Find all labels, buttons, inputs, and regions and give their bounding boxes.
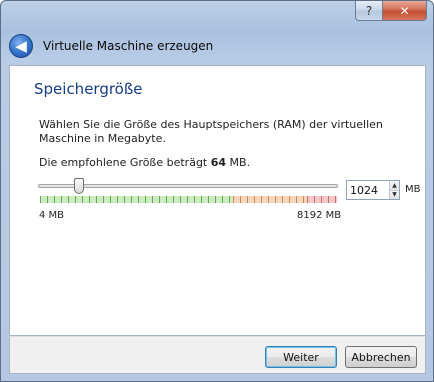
close-button[interactable]: ✕ <box>383 1 427 21</box>
memory-slider[interactable] <box>38 178 338 206</box>
dialog-window: ? ✕ ◀ Virtuelle Maschine erzeugen Speich… <box>0 0 434 382</box>
spin-buttons: ▲ ▼ <box>389 181 399 199</box>
slider-zone-green <box>40 196 233 203</box>
window-title: Virtuelle Maschine erzeugen <box>43 39 214 53</box>
back-arrow-icon[interactable]: ◀ <box>9 34 33 58</box>
recommended-size-text: Die empfohlene Größe beträgt 64 MB. <box>39 156 250 169</box>
slider-thumb[interactable] <box>74 178 84 194</box>
wizard-page: Speichergröße Wählen Sie die Größe des H… <box>9 65 426 336</box>
range-min-label: 4 MB <box>39 210 65 221</box>
spin-up-icon[interactable]: ▲ <box>390 181 399 190</box>
page-heading: Speichergröße <box>34 80 143 98</box>
spin-down-icon[interactable]: ▼ <box>390 189 399 199</box>
slider-zone-red <box>307 196 337 203</box>
recommend-suffix: MB. <box>226 156 251 169</box>
help-button[interactable]: ? <box>355 1 383 21</box>
recommend-value: 64 <box>210 156 227 169</box>
next-button[interactable]: Weiter <box>265 346 337 368</box>
button-bar: Weiter Abbrechen <box>9 336 426 374</box>
cancel-button[interactable]: Abbrechen <box>345 346 417 368</box>
wizard-header: ◀ Virtuelle Maschine erzeugen <box>9 31 213 61</box>
memory-input[interactable] <box>347 181 389 199</box>
recommend-prefix: Die empfohlene Größe beträgt <box>39 156 211 169</box>
caption-buttons: ? ✕ <box>355 1 427 21</box>
range-max-label: 8192 MB <box>297 210 342 221</box>
slider-zone-orange <box>233 196 307 203</box>
slider-tick-scale <box>40 196 337 203</box>
memory-unit-label: MB <box>405 184 421 195</box>
memory-spinbox[interactable]: ▲ ▼ <box>346 180 400 200</box>
page-description: Wählen Sie die Größe des Hauptspeichers … <box>39 118 383 145</box>
